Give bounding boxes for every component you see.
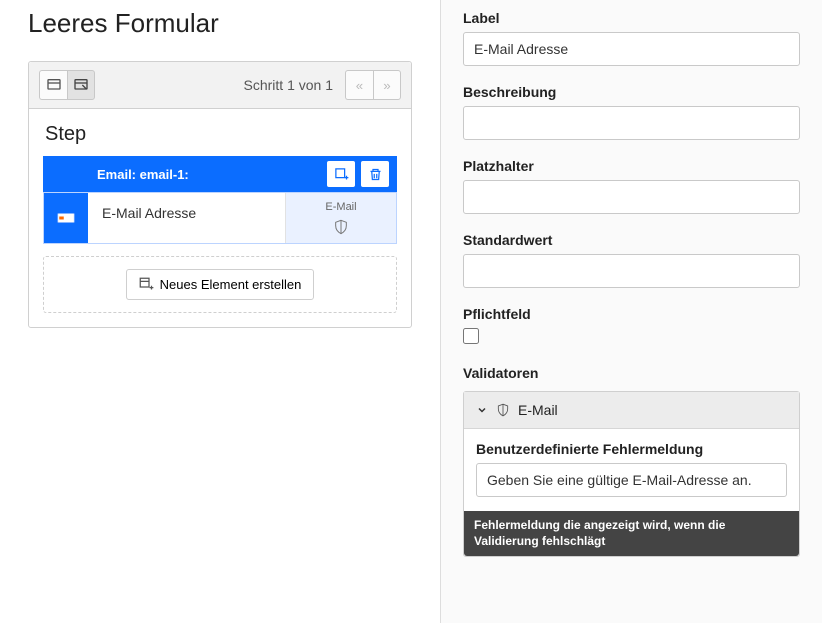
placeholder-field-title: Platzhalter [463,158,800,174]
delete-element-button[interactable] [361,161,389,187]
description-field-title: Beschreibung [463,84,800,100]
validator-hint: Fehlermeldung die angezeigt wird, wenn d… [464,511,799,556]
custom-error-title: Benutzerdefinierte Fehlermeldung [476,441,787,457]
chevron-right-icon: » [383,78,390,93]
page-title: Leeres Formular [28,8,412,39]
layout-icon [46,77,62,93]
element-header: Email: email-1: [43,156,397,192]
label-input[interactable] [463,32,800,66]
required-checkbox[interactable] [463,328,479,344]
label-field-title: Label [463,10,800,26]
element-label-cell: E-Mail Adresse [88,193,286,243]
form-toolbar: Schritt 1 von 1 « » [29,62,411,109]
default-input[interactable] [463,254,800,288]
validator-name: E-Mail [518,402,558,418]
prev-step-button[interactable]: « [345,70,373,100]
add-inside-button[interactable] [327,161,355,187]
step-title: Step [43,123,397,146]
shield-icon [333,219,349,235]
chevron-down-icon [476,404,488,416]
element-type-text: E-Mail [325,201,356,213]
placeholder-input[interactable] [463,180,800,214]
add-element-dropzone: Neues Element erstellen [43,256,397,313]
properties-panel: Label Beschreibung Platzhalter Standardw… [440,0,822,623]
add-form-icon [139,277,154,292]
validator-panel: E-Mail Benutzerdefinierte Fehlermeldung … [463,391,800,557]
edit-mode-button[interactable] [67,70,95,100]
preview-mode-button[interactable] [39,70,67,100]
add-form-icon [334,167,349,182]
drag-handle[interactable] [44,193,88,243]
step-counter: Schritt 1 von 1 [95,77,345,93]
form-element[interactable]: Email: email-1: E-Mail Adresse E-Mail [43,156,397,244]
shield-icon [496,403,510,417]
input-icon [57,212,75,224]
trash-icon [368,167,383,182]
required-field-title: Pflichtfeld [463,306,800,322]
validator-header[interactable]: E-Mail [464,392,799,429]
element-type-cell: E-Mail [286,193,396,243]
default-field-title: Standardwert [463,232,800,248]
chevron-left-icon: « [356,78,363,93]
element-header-label: Email: email-1: [57,167,321,182]
validators-title: Validatoren [463,365,800,381]
next-step-button[interactable]: » [373,70,401,100]
add-element-label: Neues Element erstellen [160,277,302,292]
element-row: E-Mail Adresse E-Mail [43,192,397,244]
description-input[interactable] [463,106,800,140]
edit-layout-icon [73,77,89,93]
custom-error-input[interactable] [476,463,787,497]
add-element-button[interactable]: Neues Element erstellen [126,269,315,300]
form-editor-card: Schritt 1 von 1 « » Step Email: email-1: [28,61,412,328]
